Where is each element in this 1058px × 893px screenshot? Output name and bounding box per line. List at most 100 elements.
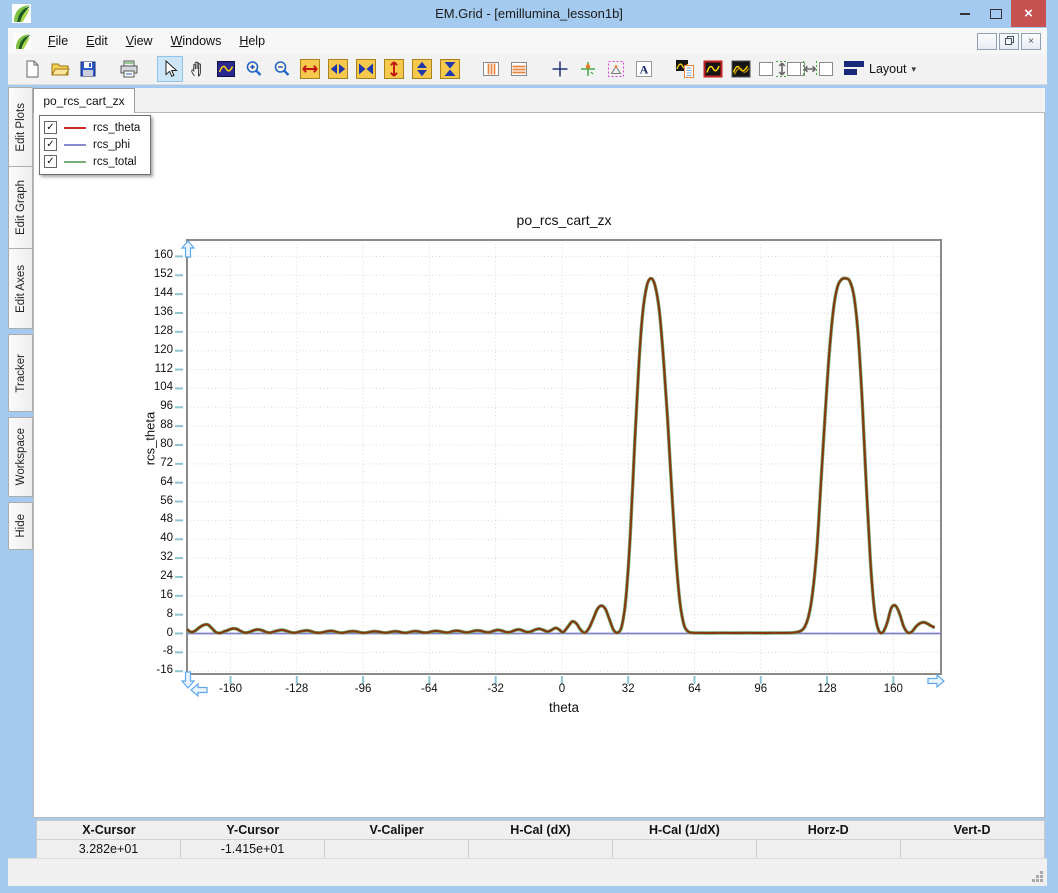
x-tick-label: -32	[487, 683, 504, 695]
select-arrow-button[interactable]	[157, 56, 183, 82]
zoom-window-button[interactable]	[213, 56, 239, 82]
plot-canvas[interactable]	[175, 239, 945, 698]
y-tick-label: -16	[156, 664, 173, 677]
caliper-triangle-icon	[606, 59, 626, 79]
application-window: EM.Grid - [emillumina_lesson1b] × File Ed…	[0, 0, 1058, 893]
mdi-restore-button[interactable]	[999, 33, 1019, 50]
horizontal-markers-button[interactable]	[506, 56, 532, 82]
graph-client-area: ✓ rcs_theta ✓ rcs_phi ✓ rcs_total po_rcs_cart…	[33, 112, 1045, 818]
y-tick-label: 64	[160, 475, 173, 488]
legend-item-rcs_phi: ✓ rcs_phi	[44, 136, 140, 153]
y-tick-label: 120	[153, 343, 173, 356]
new-file-button[interactable]	[19, 56, 45, 82]
y-tick-label: 128	[153, 324, 173, 337]
pan-arrow-icon[interactable]	[180, 240, 196, 258]
align-horizontal-button[interactable]	[787, 56, 833, 82]
y-tick-label: 16	[160, 588, 173, 601]
chart-title: po_rcs_cart_zx	[516, 212, 612, 228]
expand-x-icon	[300, 59, 320, 79]
sidebar-tab-tracker[interactable]: Tracker	[8, 334, 33, 412]
x-tick-label: -64	[421, 683, 438, 695]
expand-y-button[interactable]	[381, 56, 407, 82]
sidebar-tab-label: Workspace	[14, 428, 27, 486]
pan-arrow-icon[interactable]	[927, 673, 945, 689]
menu-help[interactable]: Help	[230, 30, 274, 52]
y-tick-label: 72	[160, 456, 173, 469]
stretch-x-button[interactable]	[325, 56, 351, 82]
side-tab-strip: Edit Plots Edit Graph Edit Axes Tracker Work…	[8, 87, 33, 550]
crosshair-button[interactable]	[547, 56, 573, 82]
shrink-x-button[interactable]	[353, 56, 379, 82]
y-tick-label: 56	[160, 494, 173, 507]
layout-menu-button[interactable]: Layout ▾	[837, 55, 923, 84]
legend-item-rcs_theta: ✓ rcs_theta	[44, 119, 140, 136]
align-horizontal-icon	[786, 59, 834, 79]
plot-overlay-button[interactable]	[728, 56, 754, 82]
sidebar-tab-label: Edit Graph	[14, 180, 27, 235]
close-icon: ×	[1024, 5, 1033, 22]
y-tick-label: 104	[153, 381, 173, 394]
y-tick-label: 144	[153, 287, 173, 300]
menu-windows[interactable]: Windows	[162, 30, 231, 52]
zoom-in-button[interactable]	[241, 56, 267, 82]
print-button[interactable]	[116, 56, 142, 82]
shrink-y-button[interactable]	[437, 56, 463, 82]
y-tick-label: 96	[160, 400, 173, 413]
layout-menu-icon	[844, 58, 864, 81]
cursor-col-horz-d: Horz-D	[807, 823, 849, 837]
mdi-minimize-button[interactable]	[977, 33, 997, 50]
maximize-icon	[989, 8, 1002, 19]
zoom-out-button[interactable]	[269, 56, 295, 82]
maximize-button[interactable]	[980, 0, 1011, 27]
close-button[interactable]: ×	[1011, 0, 1046, 27]
text-label-button[interactable]: A	[631, 56, 657, 82]
legend-checkbox-rcs_total[interactable]: ✓	[44, 155, 57, 168]
toolbar: A Layout ▾	[8, 54, 1047, 85]
plot-frame-button[interactable]	[700, 56, 726, 82]
caliper-triangle-button[interactable]	[603, 56, 629, 82]
cursor-value-1: -1.415e+01	[180, 840, 324, 858]
horizontal-markers-icon	[509, 59, 529, 79]
save-file-button[interactable]	[75, 56, 101, 82]
x-tick-label: 160	[883, 683, 903, 695]
pan-hand-button[interactable]	[185, 56, 211, 82]
sidebar-tab-workspace[interactable]: Workspace	[8, 417, 33, 497]
menu-file[interactable]: File	[39, 30, 77, 52]
legend-swatch-rcs_phi	[64, 143, 86, 146]
y-tick-label: 0	[166, 626, 173, 639]
tab-po-rcs-cart-zx[interactable]: po_rcs_cart_zx	[33, 88, 135, 113]
sidebar-tab-label: Hide	[14, 514, 27, 538]
plot-properties-button[interactable]	[672, 56, 698, 82]
mdi-close-button[interactable]: ×	[1021, 33, 1041, 50]
tracker-cursor-button[interactable]	[575, 56, 601, 82]
cursor-col-y-cursor: Y-Cursor	[226, 823, 280, 837]
sidebar-tab-edit-graph[interactable]: Edit Graph	[8, 166, 33, 249]
minimize-button[interactable]	[949, 0, 980, 27]
menu-edit[interactable]: Edit	[77, 30, 117, 52]
vertical-markers-button[interactable]	[478, 56, 504, 82]
stretch-y-button[interactable]	[409, 56, 435, 82]
cursor-col-h-cal-dx-: H-Cal (dX)	[510, 823, 571, 837]
sidebar-tab-label: Edit Axes	[14, 264, 27, 313]
x-tick-label: 128	[817, 683, 837, 695]
status-bar	[8, 858, 1047, 886]
open-file-button[interactable]	[47, 56, 73, 82]
expand-x-button[interactable]	[297, 56, 323, 82]
legend-checkbox-rcs_theta[interactable]: ✓	[44, 121, 57, 134]
cursor-value-0: 3.282e+01	[78, 842, 139, 856]
sidebar-tab-label: Edit Plots	[14, 102, 27, 152]
menu-view[interactable]: View	[117, 30, 162, 52]
vertical-markers-icon	[481, 59, 501, 79]
legend-label: rcs_total	[93, 155, 137, 168]
sidebar-tab-edit-plots[interactable]: Edit Plots	[8, 87, 33, 167]
title-bar: EM.Grid - [emillumina_lesson1b] ×	[0, 0, 1058, 28]
sidebar-tab-edit-axes[interactable]: Edit Axes	[8, 248, 33, 329]
resize-grip[interactable]	[1031, 870, 1044, 883]
y-tick-label: 152	[153, 268, 173, 281]
mdi-close-icon: ×	[1028, 36, 1034, 47]
plot-properties-icon	[675, 59, 695, 79]
sidebar-tab-hide[interactable]: Hide	[8, 502, 33, 550]
legend-checkbox-rcs_phi[interactable]: ✓	[44, 138, 57, 151]
x-axis-label: theta	[548, 700, 580, 715]
y-tick-label: 48	[160, 513, 173, 526]
